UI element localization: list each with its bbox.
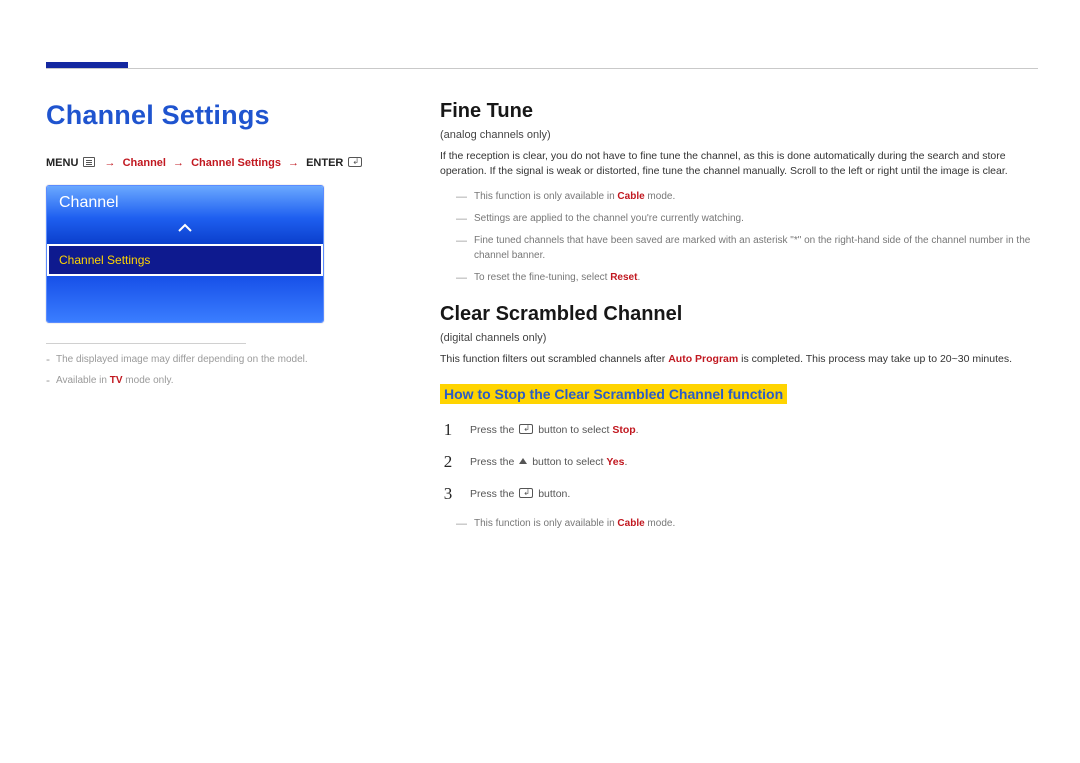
heading-clear-scrambled: Clear Scrambled Channel <box>440 303 1038 326</box>
osd-footer-area <box>47 276 323 322</box>
steps-list: 1 Press the button to select Stop. 2 Pre… <box>440 420 1038 504</box>
step-text: Press the button. <box>470 488 570 500</box>
left-column: Channel Settings MENU → Channel → Channe… <box>46 100 386 763</box>
step-2: 2 Press the button to select Yes. <box>440 452 1038 472</box>
fine-tune-notes: This function is only available in Cable… <box>458 189 1038 285</box>
clear-scrambled-notes: This function is only available in Cable… <box>458 516 1038 531</box>
heading-how-to-stop: How to Stop the Clear Scrambled Channel … <box>440 384 787 404</box>
osd-scroll-up[interactable] <box>47 218 323 244</box>
list-item: Fine tuned channels that have been saved… <box>458 233 1038 263</box>
step-text: Press the button to select Stop. <box>470 424 639 436</box>
step-number: 2 <box>440 452 456 472</box>
breadcrumb-seg-channel-settings: Channel Settings <box>191 157 281 169</box>
arrow-icon: → <box>101 157 120 169</box>
osd-panel: Channel Channel Settings <box>46 185 324 323</box>
enter-icon <box>348 157 362 167</box>
menu-icon <box>83 157 95 167</box>
footnote-tv-mode: - Available in TV mode only. <box>46 375 386 386</box>
breadcrumb-seg-channel: Channel <box>123 157 166 169</box>
footnote-text: The displayed image may differ depending… <box>56 354 308 365</box>
list-item: This function is only available in Cable… <box>458 516 1038 531</box>
step-1: 1 Press the button to select Stop. <box>440 420 1038 440</box>
clear-scrambled-body: This function filters out scrambled chan… <box>440 352 1038 367</box>
list-item: To reset the fine-tuning, select Reset. <box>458 270 1038 285</box>
page-title: Channel Settings <box>46 100 386 131</box>
enter-icon <box>519 488 533 498</box>
subnote-digital: (digital channels only) <box>440 332 1038 344</box>
step-number: 3 <box>440 484 456 504</box>
right-column: Fine Tune (analog channels only) If the … <box>440 100 1038 763</box>
chevron-up-icon <box>177 223 193 233</box>
step-number: 1 <box>440 420 456 440</box>
breadcrumb-enter-label: ENTER <box>306 157 343 169</box>
arrow-icon: → <box>169 157 188 169</box>
left-divider <box>46 343 246 344</box>
fine-tune-body: If the reception is clear, you do not ha… <box>440 149 1038 179</box>
breadcrumb: MENU → Channel → Channel Settings → ENTE… <box>46 157 386 169</box>
header-divider <box>46 68 1038 69</box>
list-item: This function is only available in Cable… <box>458 189 1038 204</box>
list-item: Settings are applied to the channel you'… <box>458 211 1038 226</box>
osd-header: Channel <box>47 186 323 218</box>
heading-fine-tune: Fine Tune <box>440 100 1038 123</box>
dash-icon: - <box>46 354 50 364</box>
step-3: 3 Press the button. <box>440 484 1038 504</box>
enter-icon <box>519 424 533 434</box>
step-text: Press the button to select Yes. <box>470 456 627 468</box>
footnote-image-differ: - The displayed image may differ dependi… <box>46 354 386 365</box>
arrow-icon: → <box>284 157 303 169</box>
dash-icon: - <box>46 375 50 385</box>
page-content: Channel Settings MENU → Channel → Channe… <box>46 100 1038 763</box>
footnote-text: Available in TV mode only. <box>56 375 173 386</box>
osd-selected-item[interactable]: Channel Settings <box>47 244 323 276</box>
breadcrumb-menu-label: MENU <box>46 157 78 169</box>
up-arrow-icon <box>519 458 527 464</box>
subnote-analog: (analog channels only) <box>440 129 1038 141</box>
